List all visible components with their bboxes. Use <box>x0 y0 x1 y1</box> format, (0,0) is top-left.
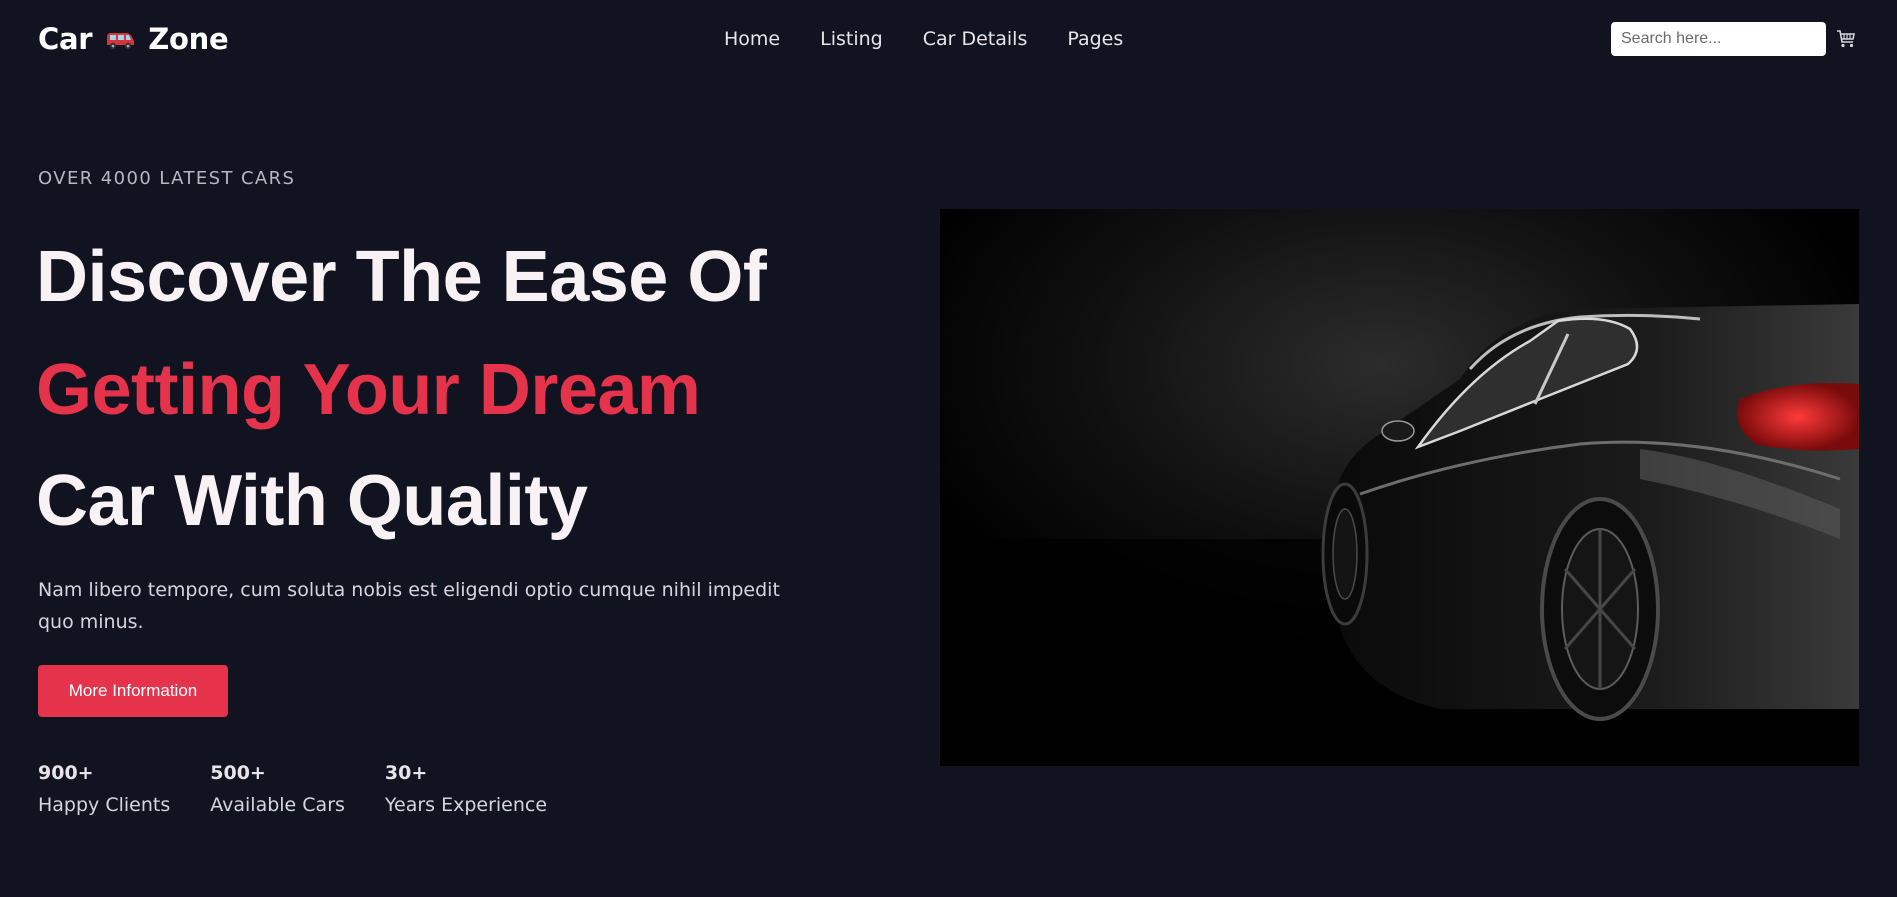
nav-links: Home Listing Car Details Pages <box>724 28 1123 50</box>
stat-label: Available Cars <box>210 794 345 816</box>
stat-value: 900+ <box>38 762 94 784</box>
brand-text-car: Car <box>38 22 93 56</box>
stat-label: Happy Clients <box>38 794 171 816</box>
hero-heading-line-1: Discover The Ease Of <box>36 237 767 317</box>
stat-available-cars: 500+ Available Cars <box>210 761 345 817</box>
minivan-emoji-icon <box>104 26 136 52</box>
hero-heading-line-2: Getting Your Dream <box>36 350 701 430</box>
hero-heading-line-3: Car With Quality <box>36 461 588 541</box>
brand-logo[interactable]: Car Zone <box>38 22 229 56</box>
hero-eyebrow: OVER 4000 LATEST CARS <box>38 168 296 189</box>
nav-home-link[interactable]: Home <box>724 28 780 50</box>
stat-value: 30+ <box>384 762 428 784</box>
cart-icon[interactable] <box>1836 29 1856 49</box>
nav-car-details-link[interactable]: Car Details <box>923 28 1028 50</box>
stats-row: 900+ Happy Clients 500+ Available Cars 3… <box>38 761 547 817</box>
stat-value: 500+ <box>210 762 266 784</box>
navbar: Car Zone Home Listing Car Details Pages <box>0 0 1897 80</box>
hero-description: Nam libero tempore, cum soluta nobis est… <box>38 579 780 633</box>
nav-listing-link[interactable]: Listing <box>820 28 883 50</box>
nav-pages-link[interactable]: Pages <box>1067 28 1123 50</box>
stat-label: Years Experience <box>384 794 548 816</box>
brand-text-zone: Zone <box>148 22 229 56</box>
hero-car-image <box>940 209 1859 766</box>
stat-happy-clients: 900+ Happy Clients <box>38 761 170 817</box>
search-input[interactable] <box>1611 22 1826 56</box>
more-information-button[interactable]: More Information <box>38 665 228 717</box>
stat-years-experience: 30+ Years Experience <box>385 761 547 817</box>
